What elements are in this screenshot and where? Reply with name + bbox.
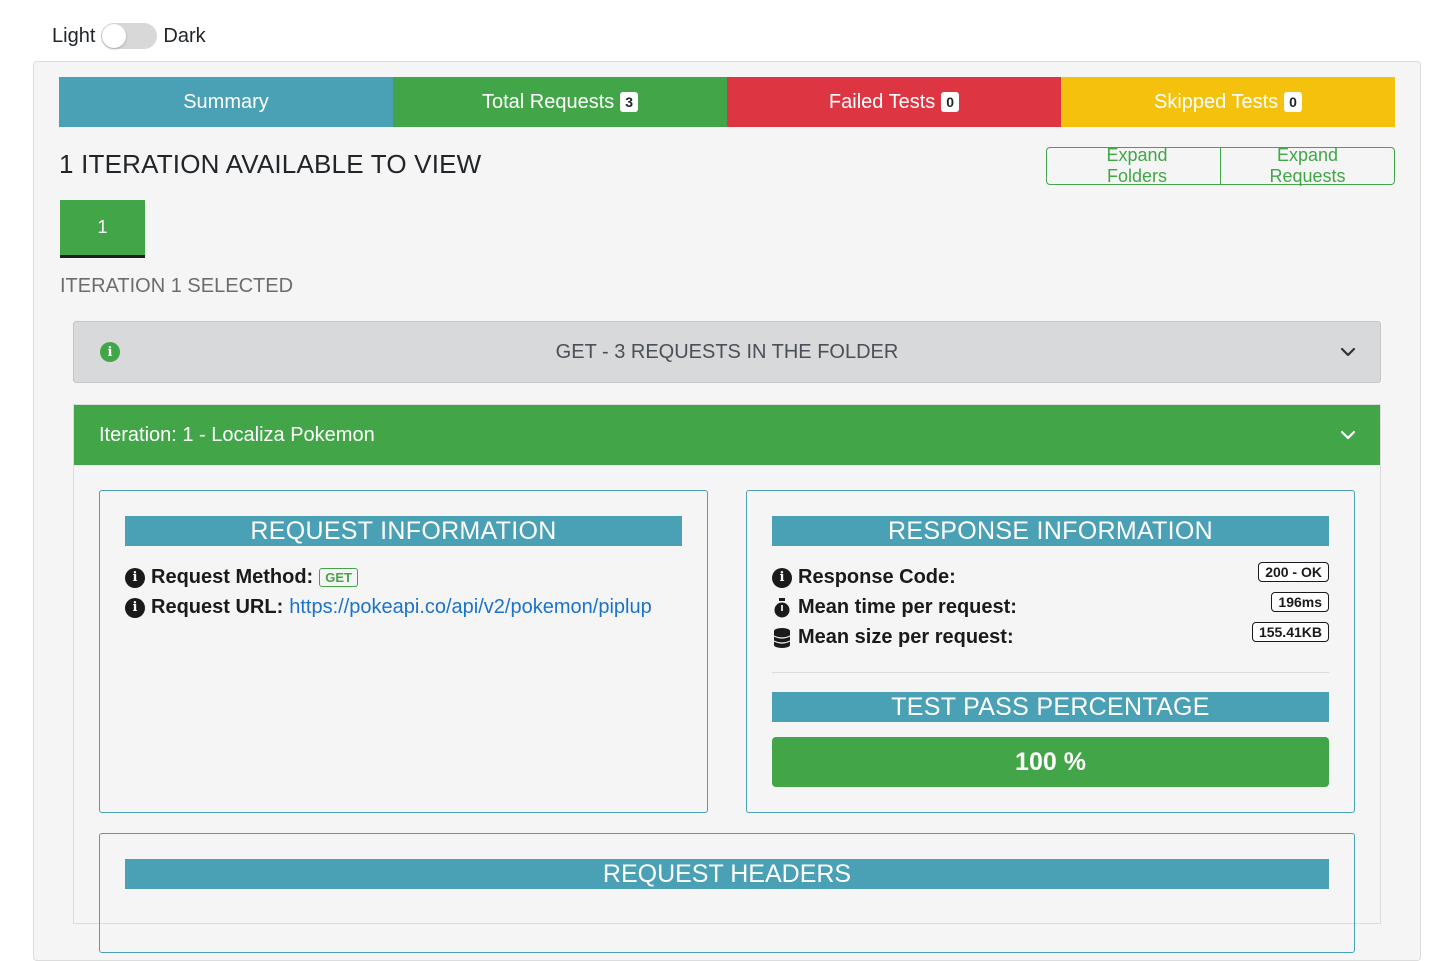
request-header[interactable]: Iteration: 1 - Localiza Pokemon [74,405,1380,465]
info-icon: i [100,342,120,362]
request-url-link[interactable]: https://pokeapi.co/api/v2/pokemon/piplup [289,596,651,619]
stopwatch-icon [772,597,792,618]
mean-size-badge: 155.41KB [1251,622,1329,642]
total-requests-badge: 3 [620,92,639,112]
tab-total-requests[interactable]: Total Requests 3 [393,77,727,127]
divider [772,672,1329,673]
request-method-badge: GET [319,568,358,587]
light-label: Light [52,24,96,47]
tab-failed-tests-label: Failed Tests [828,90,936,113]
request-method-row: i Request Method: GET [125,566,358,589]
expand-folders-button[interactable]: Expand Folders [1046,145,1221,186]
skipped-tests-badge: 0 [1284,92,1302,112]
tab-summary-label: Summary [183,90,269,113]
mean-size-label: Mean size per request: [798,626,1014,648]
request-headers-title: REQUEST HEADERS [125,859,1329,889]
mean-time-badge: 196ms [1271,592,1329,612]
request-headers-box: REQUEST HEADERS [99,833,1355,953]
tab-failed-tests[interactable]: Failed Tests 0 [727,77,1061,127]
test-pass-title: TEST PASS PERCENTAGE [772,692,1329,722]
response-code-row: i Response Code: [772,566,956,589]
chevron-down-icon [1340,430,1356,440]
info-icon: i [125,597,145,618]
mean-time-label: Mean time per request: [798,596,1017,618]
tab-summary[interactable]: Summary [59,77,393,127]
failed-tests-badge: 0 [941,92,960,112]
dark-label: Dark [163,24,206,47]
response-info-title: RESPONSE INFORMATION [772,516,1329,546]
chevron-down-icon [1340,347,1356,357]
request-info-box: REQUEST INFORMATION i Request Method: GE… [99,490,708,813]
folder-accordion[interactable]: i GET - 3 REQUESTS IN THE FOLDER [73,321,1381,383]
response-code-label: Response Code: [798,566,956,588]
theme-toggle: Light Dark [52,22,206,50]
expand-button-group: Expand Folders Expand Requests [1046,145,1395,186]
test-pass-bar: 100 % [772,737,1329,787]
iteration-1-button[interactable]: 1 [60,200,145,258]
summary-tabs: Summary Total Requests 3 Failed Tests 0 … [59,77,1395,127]
tab-skipped-tests-label: Skipped Tests [1154,90,1279,113]
switch-knob [102,24,127,48]
folder-title: GET - 3 REQUESTS IN THE FOLDER [555,340,899,363]
iteration-selected-label: ITERATION 1 SELECTED [60,275,294,297]
database-icon [772,627,792,648]
mean-size-row: Mean size per request: [772,626,1014,649]
tab-total-requests-label: Total Requests [481,90,615,113]
request-url-label: Request URL: [151,596,284,618]
request-method-label: Request Method: [151,566,314,588]
response-code-badge: 200 - OK [1258,562,1329,582]
info-icon: i [772,567,792,588]
request-info-title: REQUEST INFORMATION [125,516,682,546]
tab-skipped-tests[interactable]: Skipped Tests 0 [1061,77,1395,127]
theme-switch[interactable] [101,23,158,49]
expand-requests-button[interactable]: Expand Requests [1221,145,1395,186]
info-icon: i [125,567,145,588]
request-title: Iteration: 1 - Localiza Pokemon [99,423,375,446]
iterations-title: 1 ITERATION AVAILABLE TO VIEW [59,149,482,179]
request-url-row: i Request URL: https://pokeapi.co/api/v2… [125,596,652,619]
mean-time-row: Mean time per request: [772,596,1017,619]
response-info-box: RESPONSE INFORMATION i Response Code: 20… [746,490,1355,813]
